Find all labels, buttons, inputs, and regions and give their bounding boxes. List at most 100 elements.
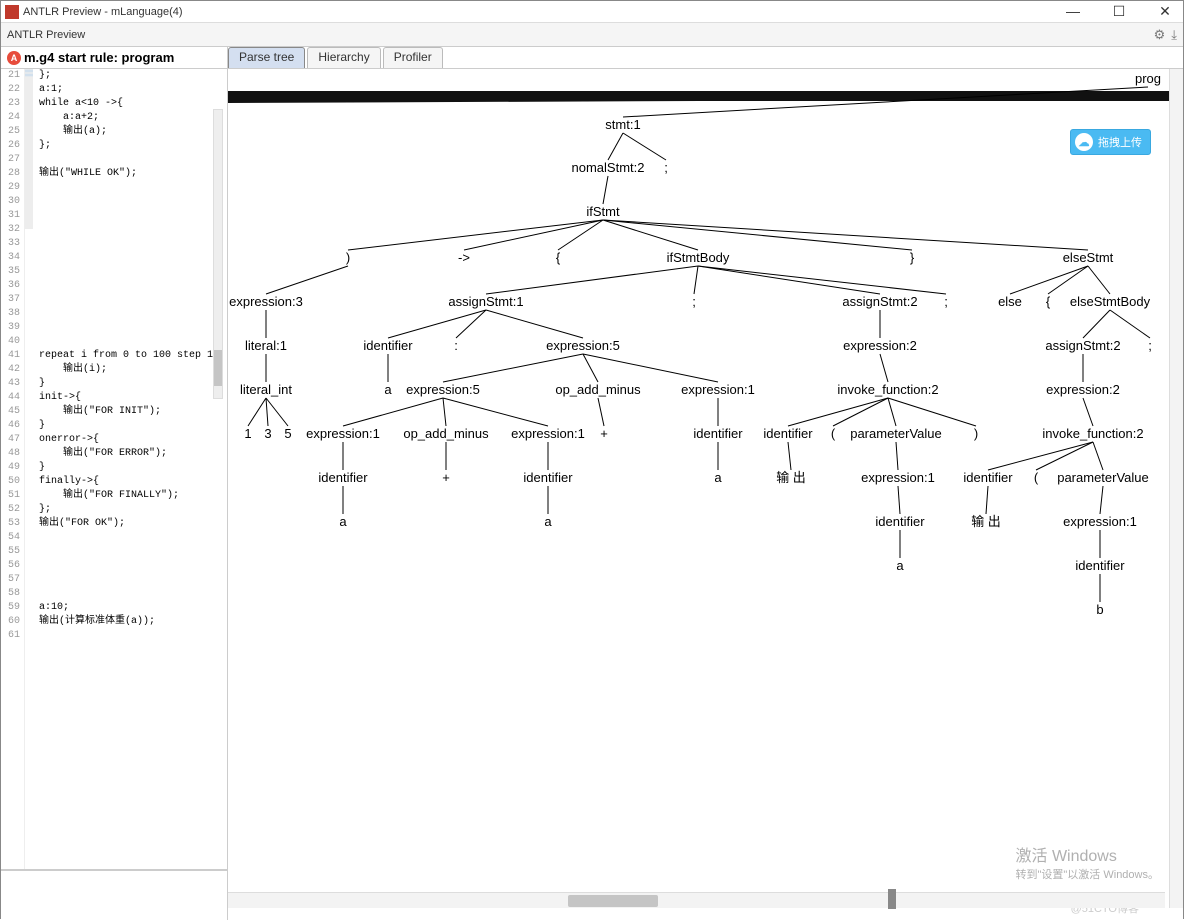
tree-node-n1[interactable]: 1: [244, 426, 251, 441]
tree-node-a5[interactable]: a: [896, 558, 904, 573]
main-split: A m.g4 start rule: program 21 22 23 24 2…: [1, 47, 1183, 920]
tree-node-rparen[interactable]: ): [346, 250, 350, 265]
maximize-button[interactable]: ☐: [1105, 3, 1133, 20]
tab-parse-tree[interactable]: Parse tree: [228, 47, 305, 68]
tree-edge: [1083, 398, 1093, 426]
tree-node-lbrace2[interactable]: {: [1046, 294, 1051, 309]
tree-edge: [888, 398, 976, 426]
tree-node-ident1[interactable]: identifier: [363, 338, 413, 353]
sidebar-header: A m.g4 start rule: program: [1, 47, 227, 69]
tree-node-expr1e[interactable]: expression:1: [861, 470, 935, 485]
tree-edge: [603, 220, 1088, 250]
tree-node-arrow[interactable]: ->: [458, 250, 470, 265]
tree-node-invoke2b[interactable]: invoke_function:2: [1042, 426, 1143, 441]
tree-node-ident3[interactable]: identifier: [763, 426, 813, 441]
tree-node-colon1[interactable]: :: [454, 338, 458, 353]
tree-node-ident2[interactable]: identifier: [693, 426, 743, 441]
cloud-icon: ☁: [1075, 133, 1093, 151]
tree-node-lpar[interactable]: (: [831, 426, 836, 441]
parse-tree-canvas[interactable]: prog stmt:1 nomalStmt:2; ifStmt) -> { ifStmtBo…: [228, 69, 1183, 920]
tree-node-rpar2[interactable]: ): [974, 426, 978, 441]
tree-node-litint[interactable]: literal_int: [240, 382, 292, 397]
tree-node-expr5[interactable]: expression:5: [546, 338, 620, 353]
tree-node-assign1[interactable]: assignStmt:1: [448, 294, 523, 309]
tree-node-expr1d[interactable]: expression:1: [511, 426, 585, 441]
tree-node-a3[interactable]: a: [339, 514, 347, 529]
download-icon[interactable]: ⤓: [1171, 27, 1177, 43]
tree-node-expr3[interactable]: expression:3: [229, 294, 303, 309]
tree-node-ident7[interactable]: identifier: [875, 514, 925, 529]
preview-panel: Parse tree Hierarchy Profiler prog stmt:1…: [228, 47, 1183, 920]
scrollbar-thumb[interactable]: [568, 895, 658, 907]
tree-node-prog[interactable]: prog: [1135, 71, 1161, 86]
tree-node-expr1f[interactable]: expression:1: [1063, 514, 1137, 529]
tree-node-assign2[interactable]: assignStmt:2: [842, 294, 917, 309]
windows-activation-watermark: 激活 Windows 转到"设置"以激活 Windows。: [1016, 848, 1160, 884]
tree-node-plus2[interactable]: +: [600, 426, 608, 441]
tree-node-nomalStmt2[interactable]: nomalStmt:2: [572, 160, 645, 175]
tree-node-opadd[interactable]: op_add_minus: [555, 382, 641, 397]
tree-node-literal1[interactable]: literal:1: [245, 338, 287, 353]
tree-node-ident5[interactable]: identifier: [523, 470, 573, 485]
tree-node-paramv2[interactable]: parameterValue: [1057, 470, 1149, 485]
tree-node-expr1b[interactable]: expression:1: [681, 382, 755, 397]
tree-node-a2[interactable]: a: [714, 470, 722, 485]
tree-node-assign2b[interactable]: assignStmt:2: [1045, 338, 1120, 353]
code-minimap: [25, 69, 33, 229]
canvas-scrollbar-v[interactable]: [1169, 69, 1183, 908]
toolbar-title: ANTLR Preview: [7, 29, 85, 41]
tree-node-ifStmt[interactable]: ifStmt: [586, 204, 620, 219]
tree-node-expr2a[interactable]: expression:2: [843, 338, 917, 353]
canvas-scrollbar-h[interactable]: [228, 892, 1165, 908]
app-icon: [5, 5, 19, 19]
upload-button[interactable]: ☁ 拖拽上传: [1070, 129, 1151, 155]
tree-node-elseStmt[interactable]: elseStmt: [1063, 250, 1114, 265]
tree-node-invoke2[interactable]: invoke_function:2: [837, 382, 938, 397]
tree-node-opadd2[interactable]: op_add_minus: [403, 426, 489, 441]
tree-node-ident4[interactable]: identifier: [318, 470, 368, 485]
code-editor[interactable]: 21 22 23 24 25 26 27 28 29 30 31 32 33 3…: [1, 69, 227, 870]
code-content[interactable]: }; a:1; while a<10 ->{ a:a+2; 输出(a); }; …: [25, 69, 227, 869]
parse-tree-svg: prog stmt:1 nomalStmt:2; ifStmt) -> { ifStmtBo…: [228, 69, 1174, 899]
tree-node-plus3[interactable]: +: [442, 470, 450, 485]
sidebar-lower-panel: [1, 870, 227, 920]
tree-node-semi1[interactable]: ;: [692, 294, 696, 309]
tab-hierarchy[interactable]: Hierarchy: [307, 47, 380, 68]
gear-icon[interactable]: ⚙: [1154, 27, 1166, 43]
tree-node-paramv[interactable]: parameterValue: [850, 426, 942, 441]
tree-node-expr5b[interactable]: expression:5: [406, 382, 480, 397]
tree-edge: [266, 266, 348, 294]
tree-node-ifStmtBody[interactable]: ifStmtBody: [667, 250, 730, 265]
close-button[interactable]: ✕: [1151, 3, 1179, 20]
tree-edge: [698, 266, 946, 294]
tree-node-ident8[interactable]: identifier: [1075, 558, 1125, 573]
tree-node-a4[interactable]: a: [544, 514, 552, 529]
minimize-button[interactable]: —: [1059, 3, 1087, 20]
tree-node-rbrace[interactable]: }: [910, 250, 915, 265]
tree-node-out2[interactable]: 输 出: [971, 514, 1001, 529]
tree-node-semi0[interactable]: ;: [664, 160, 668, 175]
tree-node-stmt1[interactable]: stmt:1: [605, 117, 640, 132]
tree-edge: [443, 398, 548, 426]
tree-node-elseBody[interactable]: elseStmtBody: [1070, 294, 1151, 309]
tree-edge: [486, 266, 698, 294]
preview-tabs: Parse tree Hierarchy Profiler: [228, 47, 1183, 69]
tree-node-ident6[interactable]: identifier: [963, 470, 1013, 485]
tree-node-expr1c[interactable]: expression:1: [306, 426, 380, 441]
tree-node-semi3[interactable]: ;: [1148, 338, 1152, 353]
tree-node-lpar2[interactable]: (: [1034, 470, 1039, 485]
tree-node-b[interactable]: b: [1096, 602, 1103, 617]
tree-node-out1[interactable]: 输 出: [776, 470, 806, 485]
tree-node-else[interactable]: else: [998, 294, 1022, 309]
tree-node-lbrace[interactable]: {: [556, 250, 561, 265]
tree-node-n5[interactable]: 5: [284, 426, 291, 441]
tree-node-n3[interactable]: 3: [264, 426, 271, 441]
tree-node-a1[interactable]: a: [384, 382, 392, 397]
tree-node-semi2[interactable]: ;: [944, 294, 948, 309]
tree-edge: [833, 398, 888, 426]
tree-edge: [1093, 442, 1103, 470]
tree-node-expr2b[interactable]: expression:2: [1046, 382, 1120, 397]
tab-profiler[interactable]: Profiler: [383, 47, 443, 68]
editor-scrollbar[interactable]: [213, 109, 223, 399]
scrollbar-marker[interactable]: [888, 889, 896, 909]
